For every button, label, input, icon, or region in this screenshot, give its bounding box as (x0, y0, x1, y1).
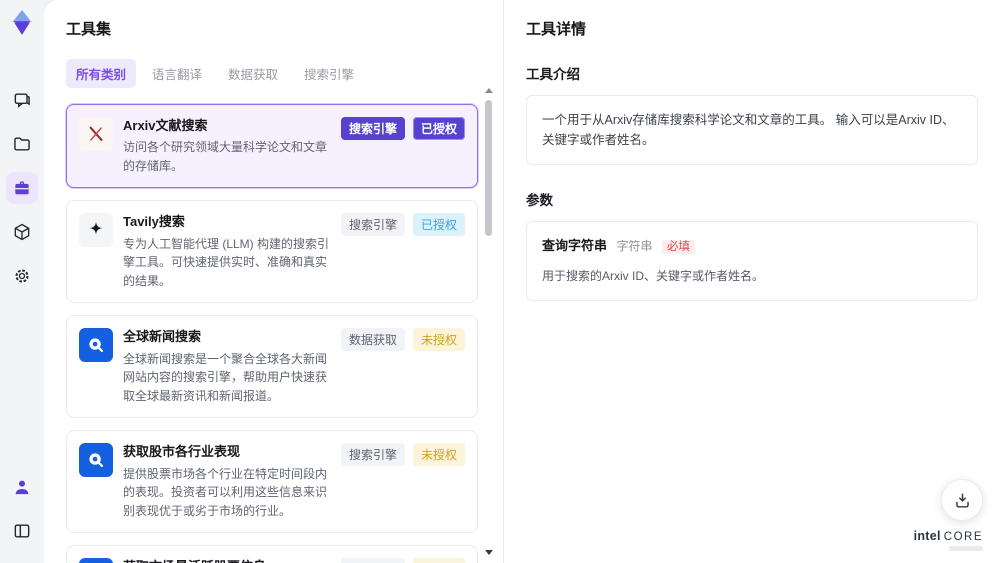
tool-icon (79, 443, 113, 478)
sidebar-item-settings[interactable] (6, 260, 38, 292)
sidebar-item-tools[interactable] (6, 172, 38, 204)
gear-icon (15, 269, 29, 283)
intro-heading: 工具介绍 (526, 67, 580, 82)
tool-description: 专为人工智能代理 (LLM) 构建的搜索引擎工具。可快速提供实时、准确和真实的结… (123, 236, 330, 288)
arxiv-logo-icon (89, 126, 103, 141)
tool-auth-badge: 未授权 (412, 558, 465, 563)
sparkle-icon (89, 222, 103, 235)
tab-4[interactable]: 搜索引擎 (294, 59, 364, 88)
gem-logo-icon[interactable] (7, 8, 37, 38)
tool-name: 获取股市各行业表现 (123, 444, 241, 460)
left-rail (0, 0, 44, 563)
cube-icon (14, 223, 30, 241)
tool-category-tag: 搜索引擎 (340, 443, 405, 467)
tool-detail-panel: 工具详情 工具介绍 一个用于从Arxiv存储库搜索科学论文和文章的工具。 输入可… (503, 0, 1000, 563)
param-required-badge: 必填 (662, 240, 695, 254)
tool-category-tag: 搜索引擎 (340, 117, 405, 140)
tool-description: 访问各个研究领域大量科学论文和文章的存储库。 (123, 140, 328, 173)
download-button[interactable] (941, 479, 983, 521)
param-name: 查询字符串 (542, 238, 608, 253)
tool-icon (79, 328, 113, 363)
detail-title: 工具详情 (526, 21, 587, 38)
page-title: 工具集 (66, 21, 112, 38)
tab-3[interactable]: 数据获取 (218, 59, 288, 88)
tool-list-panel: 工具集 所有类别 语言翻译 数据获取 搜索引擎 Arxiv文献搜索 访问各个研究领域大… (44, 0, 503, 563)
param-header: 查询字符串 字符串 必填 (542, 236, 962, 257)
scrollbar-thumb[interactable] (485, 100, 492, 236)
tool-auth-badge: 未授权 (412, 443, 465, 467)
scroll-down-arrow-icon[interactable] (485, 550, 493, 555)
toolbox-icon (15, 181, 29, 195)
sidebar-item-chat[interactable] (6, 84, 38, 116)
panel-icon (14, 524, 30, 538)
tool-auth-badge: 已授权 (412, 213, 465, 237)
tool-category-tag: 数据获取 (340, 328, 405, 352)
tool-description: 全球新闻搜索是一个聚合全球各大新闻网站内容的搜索引擎，帮助用户快速获取全球最新资… (123, 351, 328, 403)
sidebar-item-files[interactable] (6, 128, 38, 160)
scroll-up-arrow-icon[interactable] (485, 88, 493, 93)
tool-name: Arxiv文献搜索 (123, 118, 208, 133)
tool-icon (79, 213, 113, 248)
app-window: 工具集 所有类别 语言翻译 数据获取 搜索引擎 Arxiv文献搜索 访问各个研究领域大… (0, 0, 1000, 563)
param-box: 查询字符串 字符串 必填 用于搜索的Arxiv ID、关键字或作者姓名。 (526, 221, 978, 301)
sidebar-item-packages[interactable] (6, 216, 38, 248)
tab-2[interactable]: 语言翻译 (142, 59, 212, 88)
download-icon (955, 492, 969, 508)
tool-card[interactable]: Tavily搜索 专为人工智能代理 (LLM) 构建的搜索引擎工具。可快速提供实… (66, 200, 478, 304)
core-logo-word: CORE (943, 531, 983, 543)
sidebar-item-account[interactable] (6, 471, 38, 503)
news-search-logo-icon (89, 338, 104, 353)
intro-text: 一个用于从Arxiv存储库搜索科学论文和文章的工具。 输入可以是Arxiv ID… (542, 113, 955, 147)
param-type: 字符串 (616, 239, 653, 253)
intel-core-logo: intel CORE (914, 529, 983, 551)
tool-name: 获取市场最活跃股票信息 (123, 558, 331, 563)
tool-card[interactable]: 获取股市各行业表现 提供股票市场各个行业在特定时间段内的表现。投资者可以利用这些… (66, 430, 478, 534)
tool-description: 提供股票市场各个行业在特定时间段内的表现。投资者可以利用这些信息来识别表现优于或… (123, 466, 328, 518)
tool-card[interactable]: 全球新闻搜索 全球新闻搜索是一个聚合全球各大新闻网站内容的搜索引擎，帮助用户快速… (66, 315, 478, 419)
category-tabs: 所有类别 语言翻译 数据获取 搜索引擎 (66, 59, 503, 88)
intel-logo-word: intel (913, 529, 941, 543)
user-icon (15, 480, 29, 495)
tool-auth-badge: 未授权 (412, 328, 465, 352)
intro-box: 一个用于从Arxiv存储库搜索科学论文和文章的工具。 输入可以是Arxiv ID… (526, 95, 978, 165)
tab-1[interactable]: 所有类别 (66, 59, 137, 88)
tool-name: Tavily搜索 (123, 214, 185, 230)
scrollbar[interactable] (484, 88, 493, 555)
news-search-logo-icon (89, 453, 104, 468)
tool-icon (79, 117, 113, 151)
intel-logo-subline (949, 546, 983, 551)
chat-icon (14, 93, 30, 108)
tool-card[interactable]: 获取市场最活跃股票信息 提供当天交易量最高的股票列表。投资者可以利用这些信息来识… (66, 545, 478, 563)
param-description: 用于搜索的Arxiv ID、关键字或作者姓名。 (542, 268, 765, 283)
folder-icon (14, 137, 30, 151)
sidebar-item-collapse[interactable] (6, 515, 38, 547)
params-heading: 参数 (526, 193, 553, 208)
tool-name: 全球新闻搜索 (123, 329, 202, 345)
tool-icon (79, 558, 113, 563)
tool-category-tag: 搜索引擎 (340, 558, 405, 563)
tool-auth-badge: 已授权 (412, 117, 465, 140)
tool-category-tag: 搜索引擎 (340, 213, 405, 237)
tool-card-list: Arxiv文献搜索 访问各个研究领域大量科学论文和文章的存储库。 搜索引擎 已授… (66, 104, 478, 563)
tool-card[interactable]: Arxiv文献搜索 访问各个研究领域大量科学论文和文章的存储库。 搜索引擎 已授… (66, 104, 478, 189)
